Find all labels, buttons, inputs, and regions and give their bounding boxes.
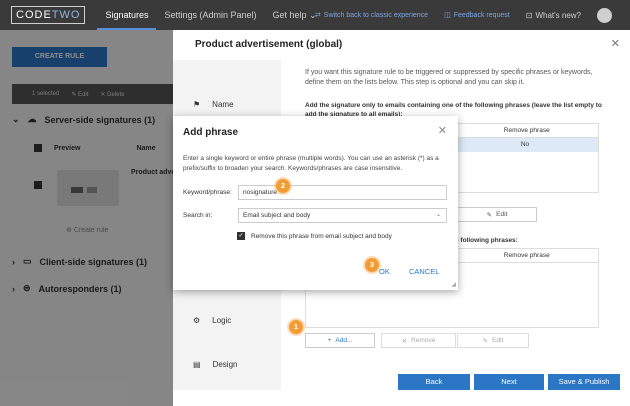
edit-include-button[interactable]: ✎ Edit (457, 207, 537, 222)
intro-text: If you want this signature rule to be tr… (305, 69, 593, 86)
panel-title: Product advertisement (global) (195, 39, 343, 50)
tab-settings-admin-panel[interactable]: Settings (Admin Panel) (156, 0, 264, 30)
pencil-icon: ✎ (486, 211, 493, 219)
design-icon: ▤ (193, 360, 201, 369)
back-button[interactable]: Back (398, 374, 470, 390)
logic-icon: ⚙ (193, 316, 201, 325)
step-marker-2: 2 (276, 179, 290, 193)
ok-button[interactable]: OK (379, 267, 390, 276)
top-navigation-bar: CODETWO Signatures Settings (Admin Panel… (0, 0, 630, 30)
keyword-label: Keyword/phrase: (183, 189, 232, 196)
codetwo-logo[interactable]: CODETWO (11, 6, 86, 24)
chevron-down-icon: ⌄ (435, 212, 441, 218)
search-in-label: Search in: (183, 212, 213, 219)
step-marker-3: 3 (365, 258, 379, 272)
add-phrase-button[interactable]: + Add... (305, 333, 375, 348)
pencil-icon: ✎ (482, 337, 489, 345)
plus-icon: + (327, 337, 332, 344)
keyword-input[interactable]: nosignature (238, 185, 447, 200)
feedback-icon: ◫ (444, 12, 451, 19)
feedback-link[interactable]: ◫ Feedback request (444, 11, 510, 20)
whats-new-link[interactable]: ⊡ What's new? (526, 11, 581, 20)
add-phrase-dialog: Add phrase ✕ Enter a single keyword or e… (173, 116, 458, 290)
resize-handle-icon[interactable]: ◢ (451, 281, 456, 288)
remove-phrase-checkbox[interactable]: ✓ Remove this phrase from email subject a… (237, 232, 392, 240)
step-design[interactable]: ▤ Design (193, 360, 237, 369)
tab-signatures[interactable]: Signatures (97, 0, 157, 30)
dialog-title: Add phrase (183, 127, 239, 138)
step-logic[interactable]: ⚙ Logic (193, 316, 231, 325)
switch-classic-link[interactable]: ⇄ Switch back to classic experience (314, 11, 428, 20)
avatar[interactable] (597, 7, 612, 23)
gift-icon: ⊡ (525, 10, 533, 20)
remove-phrase-button[interactable]: ✕ Remove (381, 333, 456, 348)
close-icon[interactable]: ✕ (438, 124, 447, 137)
checkmark-icon: ✓ (237, 232, 245, 240)
switch-icon: ⇄ (314, 12, 321, 19)
next-button[interactable]: Next (474, 374, 544, 390)
dialog-description: Enter a single keyword or entire phrase … (183, 155, 439, 172)
cancel-button[interactable]: CANCEL (409, 267, 439, 276)
signpost-icon: ⚑ (193, 100, 201, 109)
save-publish-button[interactable]: Save & Publish (548, 374, 620, 390)
search-in-select[interactable]: Email subject and body ⌄ (238, 208, 447, 223)
exclude-phrases-heading: e following phrases: (455, 237, 518, 244)
step-name[interactable]: ⚑ Name (193, 100, 234, 109)
edit-phrase-button[interactable]: ✎ Edit (457, 333, 529, 348)
close-icon[interactable]: ✕ (611, 37, 620, 50)
step-marker-1: 1 (289, 320, 303, 334)
close-icon: ✕ (401, 337, 408, 345)
